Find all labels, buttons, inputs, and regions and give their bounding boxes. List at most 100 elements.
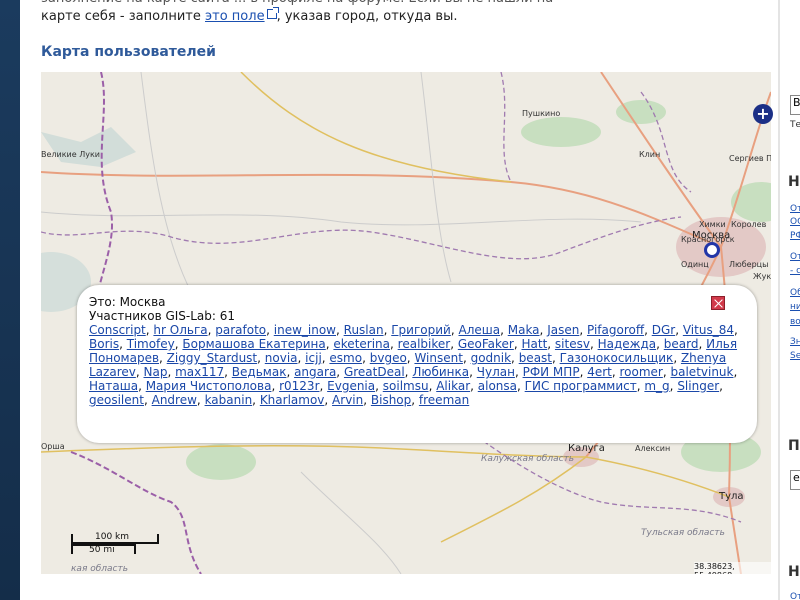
user-link[interactable]: Kharlamov: [260, 393, 325, 407]
place-khimki: Химки: [699, 220, 726, 229]
map-popup: Это: Москва Участников GIS-Lab: 61 Consc…: [77, 285, 757, 443]
left-gutter: [0, 0, 20, 600]
map-coordinates: 38.38623, 55.49868: [694, 562, 771, 574]
user-link[interactable]: freeman: [419, 393, 469, 407]
user-link[interactable]: inew_inow: [274, 323, 336, 337]
user-link[interactable]: eketerina: [333, 337, 390, 351]
user-link[interactable]: Winsent: [414, 351, 463, 365]
right-link-9[interactable]: Зн: [790, 337, 800, 347]
user-link[interactable]: sitesv: [555, 337, 590, 351]
intro-suffix: , указав город, откуда вы.: [276, 9, 458, 24]
profile-field-link[interactable]: это поле: [205, 9, 265, 24]
user-link[interactable]: Наташа: [89, 379, 138, 393]
right-link-10[interactable]: Se: [790, 351, 800, 361]
right-link-8[interactable]: во: [790, 317, 800, 327]
user-link[interactable]: Hatt: [521, 337, 547, 351]
user-link[interactable]: parafoto: [215, 323, 266, 337]
place-odints: Одинц: [681, 260, 709, 269]
users-map[interactable]: Великие Луки Пушкино Клин Сергиев Пос Хи…: [41, 72, 771, 574]
right-te-label: Те: [790, 120, 800, 130]
user-link[interactable]: beast: [519, 351, 552, 365]
place-orsha: Орша: [41, 442, 65, 451]
user-link[interactable]: 4ert: [587, 365, 612, 379]
user-link[interactable]: geosilent: [89, 393, 144, 407]
user-link[interactable]: Pifagoroff: [587, 323, 644, 337]
user-link[interactable]: Мария Чистополова: [146, 379, 272, 393]
user-link[interactable]: Jasen: [547, 323, 579, 337]
user-link[interactable]: m_g: [644, 379, 669, 393]
user-link[interactable]: Ziggy_Stardust: [167, 351, 257, 365]
user-link[interactable]: Бормашова Екатерина: [182, 337, 325, 351]
user-link[interactable]: Ruslan: [344, 323, 384, 337]
region-kaluga: Калужская область: [481, 454, 575, 464]
right-link-4[interactable]: От: [790, 252, 800, 262]
user-link[interactable]: Надежда: [598, 337, 657, 351]
user-link[interactable]: beard: [664, 337, 699, 351]
user-link[interactable]: Vitus_84: [683, 323, 734, 337]
user-link[interactable]: esmo: [329, 351, 362, 365]
right-search-input[interactable]: e: [790, 470, 800, 490]
user-link[interactable]: Любинка: [412, 365, 469, 379]
user-link[interactable]: Чулан: [477, 365, 515, 379]
right-link-7[interactable]: ни: [790, 302, 800, 312]
right-select[interactable]: В: [790, 95, 800, 115]
user-link[interactable]: baletvinuk: [671, 365, 734, 379]
right-link-5[interactable]: - с: [790, 266, 800, 276]
user-link[interactable]: angara: [294, 365, 336, 379]
user-link[interactable]: Timofey: [127, 337, 175, 351]
user-link[interactable]: alonsa: [478, 379, 517, 393]
user-link[interactable]: Alikar: [436, 379, 470, 393]
user-link[interactable]: bvgeo: [370, 351, 407, 365]
user-link[interactable]: РФИ МПР: [523, 365, 580, 379]
place-klin: Клин: [639, 150, 661, 159]
user-link[interactable]: GreatDeal: [344, 365, 405, 379]
right-link-1[interactable]: От: [790, 204, 800, 214]
user-link[interactable]: roomer: [620, 365, 663, 379]
user-link[interactable]: GeoFaker: [458, 337, 514, 351]
user-link[interactable]: Ведьмак: [232, 365, 287, 379]
place-sergiev-posad: Сергиев Пос: [729, 154, 771, 163]
user-link[interactable]: Григорий: [391, 323, 451, 337]
intro-line-1: заполнение на карте сайта ... в профиле …: [41, 0, 601, 8]
user-link[interactable]: ГИС программист: [525, 379, 637, 393]
place-kaluga: Калуга: [568, 443, 605, 454]
user-link[interactable]: DGr: [652, 323, 675, 337]
region-bottom: кая область: [71, 564, 129, 574]
place-lyubertsy: Люберцы: [729, 260, 769, 269]
popup-count: Участников GIS-Lab: 61: [89, 309, 236, 323]
user-link[interactable]: Slinger: [677, 379, 719, 393]
user-link[interactable]: Evgenia: [327, 379, 375, 393]
right-link-11[interactable]: От: [790, 592, 800, 600]
user-link[interactable]: Газонокосильщик: [560, 351, 674, 365]
page-content: заполнение на карте сайта ... в профиле …: [20, 0, 780, 600]
user-link[interactable]: Conscript: [89, 323, 146, 337]
right-link-6[interactable]: Об: [790, 288, 800, 298]
user-link[interactable]: icjj: [305, 351, 322, 365]
user-link[interactable]: realbiker: [398, 337, 451, 351]
map-scale: 100 km 50 mi: [65, 532, 175, 564]
user-link[interactable]: r0123r: [279, 379, 319, 393]
user-link[interactable]: novia: [265, 351, 298, 365]
right-heading-1: Н: [788, 174, 800, 190]
user-link[interactable]: Boris: [89, 337, 119, 351]
intro-line-2: карте себя - заполните это поле , указав …: [41, 7, 601, 26]
user-link[interactable]: hr Ольга: [153, 323, 207, 337]
user-link[interactable]: soilmsu: [383, 379, 429, 393]
user-link[interactable]: Arvin: [332, 393, 363, 407]
moscow-marker-icon[interactable]: [704, 242, 720, 258]
user-link[interactable]: max117: [175, 365, 224, 379]
user-link[interactable]: Bishop: [371, 393, 411, 407]
user-link[interactable]: Алеша: [458, 323, 500, 337]
user-link[interactable]: kabanin: [205, 393, 253, 407]
user-link[interactable]: Andrew: [152, 393, 197, 407]
zoom-in-button[interactable]: +: [753, 104, 773, 124]
place-aleksin: Алексин: [635, 444, 671, 453]
right-link-3[interactable]: РФ: [790, 231, 800, 241]
user-link[interactable]: Nap: [144, 365, 168, 379]
user-link[interactable]: godnik: [471, 351, 511, 365]
popup-user-list: Conscript, hr Ольга, parafoto, inew_inow…: [89, 323, 738, 407]
popup-close-icon[interactable]: [711, 296, 725, 310]
right-link-2[interactable]: ОС: [790, 217, 800, 227]
user-link[interactable]: Maka: [508, 323, 540, 337]
place-pushkino: Пушкино: [522, 109, 561, 118]
